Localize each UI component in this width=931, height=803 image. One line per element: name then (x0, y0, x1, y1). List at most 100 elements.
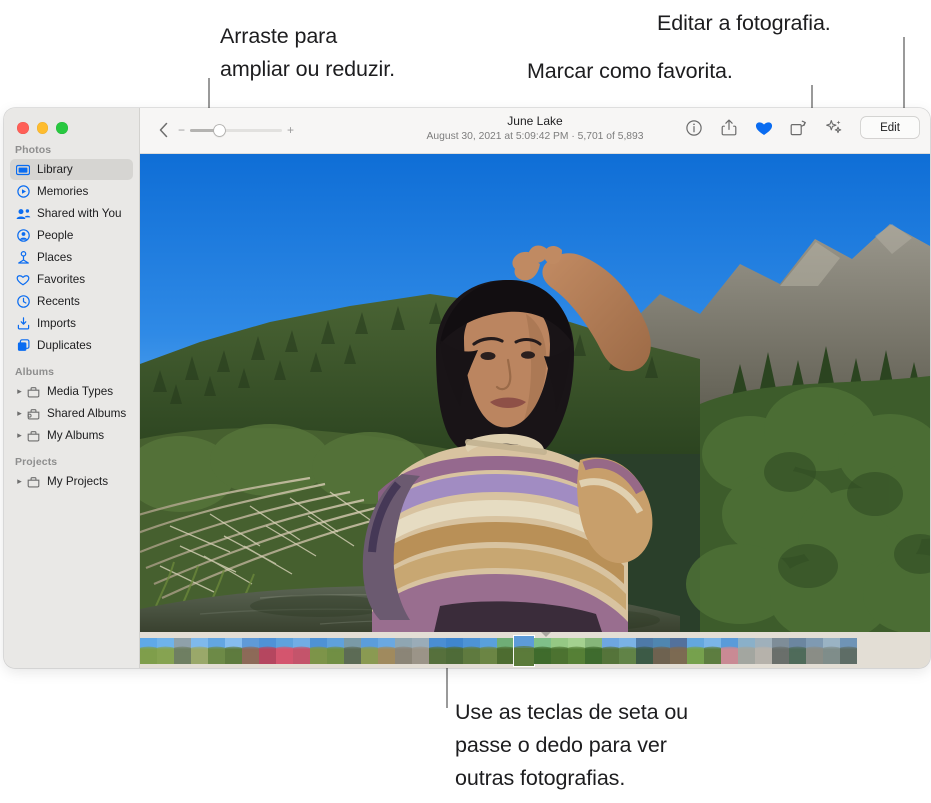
sidebar-list-projects: ▸ My Projects (4, 471, 139, 492)
places-icon (15, 251, 31, 265)
sidebar-item-duplicates[interactable]: Duplicates (10, 335, 133, 356)
sidebar-sections: Photos Library Memories Shared with You … (4, 144, 139, 493)
filmstrip-thumbnail[interactable] (429, 638, 446, 664)
toolbar: − + June Lake August 30, 2021 at 5:09:42… (140, 108, 930, 154)
sidebar-item-media-types[interactable]: ▸ Media Types (10, 381, 133, 402)
zoom-out-label[interactable]: − (178, 124, 185, 136)
filmstrip-thumbnail[interactable] (157, 638, 174, 664)
filmstrip-thumbnail[interactable] (738, 638, 755, 664)
sidebar-item-label: Recents (37, 295, 80, 308)
filmstrip-thumbnail[interactable] (446, 638, 463, 664)
filmstrip-thumbnail[interactable] (310, 638, 327, 664)
filmstrip-thumbnail[interactable] (840, 638, 857, 664)
filmstrip-thumbnail[interactable] (704, 638, 721, 664)
sidebar-item-people[interactable]: People (10, 225, 133, 246)
info-icon[interactable] (684, 118, 703, 137)
filmstrip-thumbnail[interactable] (772, 638, 789, 664)
sidebar: Photos Library Memories Shared with You … (4, 108, 140, 668)
filmstrip-thumbnail[interactable] (327, 638, 344, 664)
callout-edit: Editar a fotografia. (657, 11, 831, 35)
filmstrip-thumbnail-selected[interactable] (514, 636, 534, 666)
sidebar-item-label: People (37, 229, 74, 242)
sidebar-item-label: My Projects (47, 475, 109, 488)
library-icon (15, 163, 31, 177)
filmstrip-thumbnail[interactable] (687, 638, 704, 664)
filmstrip-thumbnail[interactable] (789, 638, 806, 664)
duplicates-icon (15, 339, 31, 353)
filmstrip-thumbnail[interactable] (823, 638, 840, 664)
chevron-left-icon[interactable] (156, 121, 172, 139)
filmstrip[interactable] (140, 632, 930, 668)
filmstrip-thumbnail[interactable] (568, 638, 585, 664)
memories-icon (15, 185, 31, 199)
folder-icon (25, 429, 41, 443)
filmstrip-thumbnail[interactable] (806, 638, 823, 664)
filmstrip-thumbnail[interactable] (225, 638, 242, 664)
filmstrip-thumbnail[interactable] (412, 638, 429, 664)
filmstrip-thumbnail[interactable] (551, 638, 568, 664)
chevron-right-icon[interactable]: ▸ (15, 409, 24, 418)
filmstrip-thumbnail[interactable] (174, 638, 191, 664)
minimize-button[interactable] (36, 122, 48, 134)
close-button[interactable] (17, 122, 29, 134)
chevron-right-icon[interactable]: ▸ (15, 431, 24, 440)
enhance-icon[interactable] (824, 118, 843, 137)
maximize-button[interactable] (56, 122, 68, 134)
filmstrip-thumbnail[interactable] (259, 638, 276, 664)
filmstrip-thumbnail[interactable] (721, 638, 738, 664)
filmstrip-thumbnail[interactable] (463, 638, 480, 664)
share-icon[interactable] (719, 118, 738, 137)
sidebar-header-albums: Albums (15, 366, 55, 378)
window-controls[interactable] (17, 122, 68, 134)
filmstrip-thumbnail[interactable] (276, 638, 293, 664)
filmstrip-thumbnail[interactable] (361, 638, 378, 664)
edit-button[interactable]: Edit (861, 117, 919, 138)
sidebar-item-places[interactable]: Places (10, 247, 133, 268)
zoom-slider-track[interactable] (190, 124, 283, 136)
rotate-icon[interactable] (789, 118, 808, 137)
sidebar-item-imports[interactable]: Imports (10, 313, 133, 334)
filmstrip-thumbnail[interactable] (497, 638, 514, 664)
filmstrip-thumbnail[interactable] (653, 638, 670, 664)
sidebar-item-favorites[interactable]: Favorites (10, 269, 133, 290)
zoom-slider[interactable]: − + (178, 124, 294, 136)
filmstrip-thumbnail[interactable] (208, 638, 225, 664)
filmstrip-thumbnail[interactable] (619, 638, 636, 664)
photo-viewer[interactable] (140, 154, 930, 632)
filmstrip-thumbnail[interactable] (344, 638, 361, 664)
filmstrip-thumbnail[interactable] (480, 638, 497, 664)
filmstrip-thumbnail[interactable] (670, 638, 687, 664)
filmstrip-thumbnail[interactable] (602, 638, 619, 664)
filmstrip-thumbnail[interactable] (755, 638, 772, 664)
sidebar-item-label: Library (37, 163, 73, 176)
filmstrip-thumbnail[interactable] (636, 638, 653, 664)
filmstrip-thumbnail[interactable] (293, 638, 310, 664)
sidebar-item-shared-with-you[interactable]: Shared with You (10, 203, 133, 224)
sidebar-item-shared-albums[interactable]: ▸ Shared Albums (10, 403, 133, 424)
filmstrip-thumbnail[interactable] (191, 638, 208, 664)
filmstrip-thumbnail[interactable] (585, 638, 602, 664)
sidebar-item-label: Favorites (37, 273, 86, 286)
sidebar-item-my-albums[interactable]: ▸ My Albums (10, 425, 133, 446)
filmstrip-thumbnail[interactable] (140, 638, 157, 664)
chevron-right-icon[interactable]: ▸ (15, 387, 24, 396)
photo-image (140, 154, 930, 632)
filmstrip-thumbnails[interactable] (140, 636, 857, 666)
filmstrip-thumbnail[interactable] (378, 638, 395, 664)
zoom-slider-knob[interactable] (213, 124, 225, 136)
filmstrip-thumbnail[interactable] (395, 638, 412, 664)
sidebar-item-memories[interactable]: Memories (10, 181, 133, 202)
favorite-icon[interactable] (754, 118, 773, 137)
sidebar-item-recents[interactable]: Recents (10, 291, 133, 312)
zoom-in-label[interactable]: + (287, 124, 294, 136)
sidebar-item-library[interactable]: Library (10, 159, 133, 180)
sidebar-item-label: Shared Albums (47, 407, 127, 420)
screenshot-root: Arraste para ampliar ou reduzir. Marcar … (0, 0, 931, 803)
callout-arrow-keys: Use as teclas de seta ou passe o dedo pa… (455, 700, 689, 790)
filmstrip-thumbnail[interactable] (534, 638, 551, 664)
sidebar-item-my-projects[interactable]: ▸ My Projects (10, 471, 133, 492)
chevron-right-icon[interactable]: ▸ (15, 477, 24, 486)
sidebar-item-label: Imports (37, 317, 76, 330)
callout-favorite: Marcar como favorita. (527, 59, 733, 83)
filmstrip-thumbnail[interactable] (242, 638, 259, 664)
